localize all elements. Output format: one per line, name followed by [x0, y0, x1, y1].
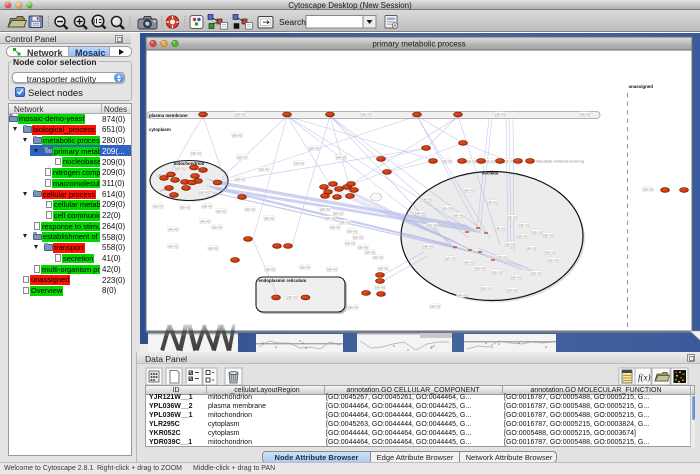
svg-text:[ab-m]: [ab-m] [320, 207, 329, 211]
svg-text:[ab-m]: [ab-m] [511, 275, 520, 279]
svg-text:[ab-m]: [ab-m] [340, 220, 349, 224]
svg-text:[ab-m]: [ab-m] [264, 216, 273, 220]
svg-text:[ab-m]: [ab-m] [347, 229, 356, 233]
svg-text:[ab-m]: [ab-m] [153, 204, 162, 208]
svg-text:[ab-m]: [ab-m] [180, 205, 189, 209]
svg-text:[ab-m]: [ab-m] [202, 204, 211, 208]
svg-text:[ab-m]: [ab-m] [358, 245, 367, 249]
svg-text:[ab-m]: [ab-m] [526, 246, 535, 250]
svg-text:[ab-m]: [ab-m] [497, 255, 506, 259]
svg-text:[ab-m]: [ab-m] [430, 304, 439, 308]
svg-text:[ab-m]: [ab-m] [548, 258, 557, 262]
svg-text:[ab-m]: [ab-m] [487, 200, 496, 204]
svg-text:[ab-m]: [ab-m] [300, 265, 309, 269]
svg-text:[ab-m]: [ab-m] [442, 206, 451, 210]
svg-text:nucleus: nucleus [482, 171, 499, 176]
svg-text:[ab-m]: [ab-m] [423, 244, 432, 248]
svg-text:[ab-m]: [ab-m] [466, 159, 475, 163]
svg-text:[ab-m]: [ab-m] [545, 250, 554, 254]
svg-text:[ab-m]: [ab-m] [294, 161, 303, 165]
svg-text:[ab-m]: [ab-m] [580, 112, 589, 116]
svg-text:[ab-m]: [ab-m] [259, 167, 268, 171]
svg-text:[ab-m]: [ab-m] [475, 266, 484, 270]
svg-text:[ab-m]: [ab-m] [519, 223, 528, 227]
svg-text:primary metabolic process: primary metabolic process [372, 40, 465, 49]
svg-text:[ab-m]: [ab-m] [168, 244, 177, 248]
svg-text:[ab-m]: [ab-m] [485, 159, 494, 163]
svg-text:[ab-m]: [ab-m] [208, 246, 217, 250]
svg-text:[ab-m]: [ab-m] [237, 155, 246, 159]
svg-text:cytoplasm: cytoplasm [149, 127, 171, 132]
svg-text:[ab-m]: [ab-m] [481, 286, 490, 290]
svg-text:[ab-m]: [ab-m] [464, 260, 473, 264]
svg-text:[ab-m]: [ab-m] [464, 188, 473, 192]
svg-text:[ab-m]: [ab-m] [507, 215, 516, 219]
svg-text:[ab-m]: [ab-m] [325, 216, 334, 220]
svg-text:[ab-m]: [ab-m] [361, 112, 370, 116]
svg-text:[ab-m]: [ab-m] [353, 235, 362, 239]
svg-text:[ab-m]: [ab-m] [378, 266, 387, 270]
svg-text:[ab-m]: [ab-m] [365, 250, 374, 254]
svg-text:[ab-m]: [ab-m] [375, 285, 384, 289]
svg-text:[ab-m]: [ab-m] [422, 197, 431, 201]
svg-text:endoplasmic reticulum: endoplasmic reticulum [259, 278, 307, 283]
svg-text:[ab-m]: [ab-m] [191, 151, 200, 155]
svg-text:[ab-m]: [ab-m] [445, 256, 454, 260]
svg-text:Search:: Search: [279, 17, 308, 27]
svg-text:mitochondrion: mitochondrion [174, 161, 205, 166]
svg-text:[ab-m]: [ab-m] [532, 230, 541, 234]
svg-text:[ab-m]: [ab-m] [453, 213, 462, 217]
svg-text:[ab-m]: [ab-m] [175, 166, 184, 170]
svg-text:[ab-m]: [ab-m] [245, 207, 254, 211]
svg-text:f(x): f(x) [638, 373, 651, 383]
svg-text:[ab-m]: [ab-m] [531, 271, 540, 275]
svg-text:plasma membrane: plasma membrane [149, 113, 188, 118]
svg-text:[ab-m]: [ab-m] [643, 187, 652, 191]
svg-text:unassigned: unassigned [629, 84, 654, 89]
svg-text:[ab-m]: [ab-m] [495, 112, 504, 116]
svg-text:[ab-m]: [ab-m] [507, 288, 516, 292]
svg-text:[ab-m]: [ab-m] [287, 295, 296, 299]
svg-text:[ab-m]: [ab-m] [492, 270, 501, 274]
svg-text:[ab-m]: [ab-m] [495, 226, 504, 230]
svg-text:[ab-m]: [ab-m] [345, 241, 354, 245]
svg-text:[ab-m]: [ab-m] [543, 233, 552, 237]
svg-text:[ab-m]: [ab-m] [504, 159, 513, 163]
svg-text:[ab-m]: [ab-m] [505, 242, 514, 246]
svg-text:[ab-m]: [ab-m] [168, 227, 177, 231]
svg-text:[ab-m]: [ab-m] [265, 267, 274, 271]
svg-text:[ab-m]: [ab-m] [235, 177, 244, 181]
svg-text:[ab-m]: [ab-m] [427, 223, 436, 227]
svg-text:intracellular membrane-bound o: intracellular membrane-bound org [536, 159, 584, 163]
svg-text:[ab-m]: [ab-m] [336, 155, 345, 159]
svg-text:[ab-m]: [ab-m] [373, 255, 382, 259]
svg-text:[ab-m]: [ab-m] [232, 133, 241, 137]
svg-text:[ab-m]: [ab-m] [457, 293, 466, 297]
svg-text:[ab-m]: [ab-m] [517, 234, 526, 238]
svg-text:[ab-m]: [ab-m] [415, 211, 424, 215]
svg-text:[ab-m]: [ab-m] [212, 225, 221, 229]
svg-text:[ab-m]: [ab-m] [327, 267, 336, 271]
svg-text:[ab-m]: [ab-m] [216, 209, 225, 213]
svg-text:[ab-m]: [ab-m] [309, 146, 318, 150]
svg-text:[ab-m]: [ab-m] [235, 112, 244, 116]
svg-text:[ab-m]: [ab-m] [200, 219, 209, 223]
svg-text:[ab-m]: [ab-m] [199, 190, 208, 194]
svg-text:[ab-m]: [ab-m] [333, 211, 342, 215]
svg-text:[ab-m]: [ab-m] [348, 305, 357, 309]
svg-text:[ab-m]: [ab-m] [442, 159, 451, 163]
svg-text:[ab-m]: [ab-m] [330, 225, 339, 229]
